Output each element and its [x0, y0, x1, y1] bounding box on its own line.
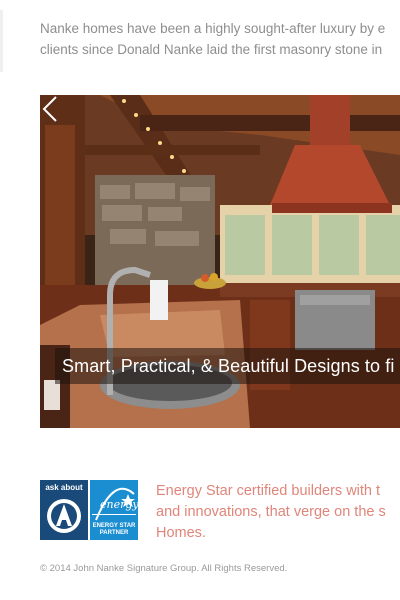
copyright-text: © 2014 John Nanke Signature Group. All R… [40, 563, 288, 574]
intro-text: Nanke homes have been a highly sought-af… [40, 18, 400, 60]
energy-line-2: and innovations, that verge on the s [156, 504, 386, 520]
intro-line-2: clients since Donald Nanke laid the firs… [40, 42, 383, 57]
slide-caption: Smart, Practical, & Beautiful Designs to… [62, 356, 395, 376]
energy-line-1: Energy Star certified builders with t [156, 483, 381, 499]
energy-star-partner-label: ENERGY STAR PARTNER [92, 523, 136, 536]
energy-line-3: Homes. [156, 525, 206, 541]
intro-line-1: Nanke homes have been a highly sought-af… [40, 21, 386, 36]
energy-star-badge[interactable]: energy ENERGY STAR PARTNER [90, 480, 139, 540]
energy-star-icon: energy [92, 487, 139, 521]
ask-about-badge[interactable]: ask about [40, 480, 88, 540]
side-tab[interactable] [0, 10, 3, 72]
energy-star-description: Energy Star certified builders with t an… [156, 481, 400, 544]
ask-about-label: ask about [45, 483, 83, 492]
chevron-left-icon[interactable] [40, 95, 62, 123]
